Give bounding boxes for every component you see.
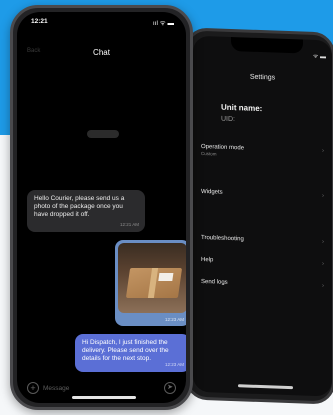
settings-item-send-logs[interactable]: Send logs › <box>201 279 328 289</box>
unit-name-label[interactable]: Unit name: <box>221 103 262 113</box>
chevron-right-icon: › <box>322 283 324 290</box>
message-timestamp: 12:23 AM <box>164 317 184 322</box>
chevron-right-icon: › <box>322 261 324 268</box>
phone-notch <box>67 12 142 28</box>
status-icons: ᯤ ▬ <box>312 53 326 61</box>
settings-item-label: Send logs <box>201 278 228 286</box>
package-box-image <box>125 268 183 298</box>
settings-item-label: Widgets <box>201 188 223 196</box>
message-timestamp: 12:21 AM <box>119 222 139 227</box>
uid-label: UID: <box>221 115 235 124</box>
message-text: Hi Dispatch, I just finished the deliver… <box>82 339 169 362</box>
settings-screen: ᯤ ▬ Settings Unit name: UID: Operation m… <box>193 35 332 397</box>
chat-phone: 12:21 ııl ᯤ ▬ Back Chat Hello Courier, p… <box>10 5 193 410</box>
settings-title: Settings <box>249 73 276 82</box>
outgoing-photo-message[interactable]: 12:23 AM <box>115 240 186 326</box>
chevron-right-icon: › <box>322 148 324 155</box>
message-input[interactable] <box>43 382 160 394</box>
settings-phone: ᯤ ▬ Settings Unit name: UID: Operation m… <box>185 27 333 405</box>
status-bar: ᯤ ▬ <box>193 48 326 63</box>
settings-item-sublabel: Custom <box>201 150 217 157</box>
home-indicator[interactable] <box>72 396 136 399</box>
package-photo[interactable] <box>118 243 186 313</box>
settings-item-operation-mode[interactable]: Operation mode Custom › <box>201 144 328 160</box>
settings-item-help[interactable]: Help › <box>201 257 328 267</box>
date-separator <box>87 130 119 138</box>
message-composer: + ➤ <box>23 380 180 396</box>
home-indicator[interactable] <box>238 384 293 390</box>
settings-item-troubleshooting[interactable]: Troubleshooting › <box>201 235 328 245</box>
promo-canvas: ᯤ ▬ Settings Unit name: UID: Operation m… <box>0 0 333 415</box>
message-text: Hello Courier, please send us a photo of… <box>34 195 125 218</box>
status-time: 12:21 <box>31 18 48 25</box>
chevron-right-icon: › <box>322 193 324 200</box>
chat-screen: 12:21 ııl ᯤ ▬ Back Chat Hello Courier, p… <box>17 12 186 403</box>
outgoing-message[interactable]: Hi Dispatch, I just finished the deliver… <box>75 334 186 372</box>
chevron-right-icon: › <box>322 239 324 246</box>
chat-title: Chat <box>93 48 110 57</box>
status-icons: ııl ᯤ ▬ <box>152 20 174 27</box>
send-circle-icon[interactable]: ➤ <box>164 382 176 394</box>
incoming-message[interactable]: Hello Courier, please send us a photo of… <box>27 190 145 232</box>
chat-header: Back Chat <box>17 48 186 62</box>
plus-circle-icon[interactable]: + <box>27 382 39 394</box>
settings-item-widgets[interactable]: Widgets › <box>201 189 328 199</box>
settings-item-label: Help <box>201 256 214 264</box>
message-timestamp: 12:23 AM <box>164 362 184 367</box>
settings-item-label: Troubleshooting <box>201 234 244 243</box>
